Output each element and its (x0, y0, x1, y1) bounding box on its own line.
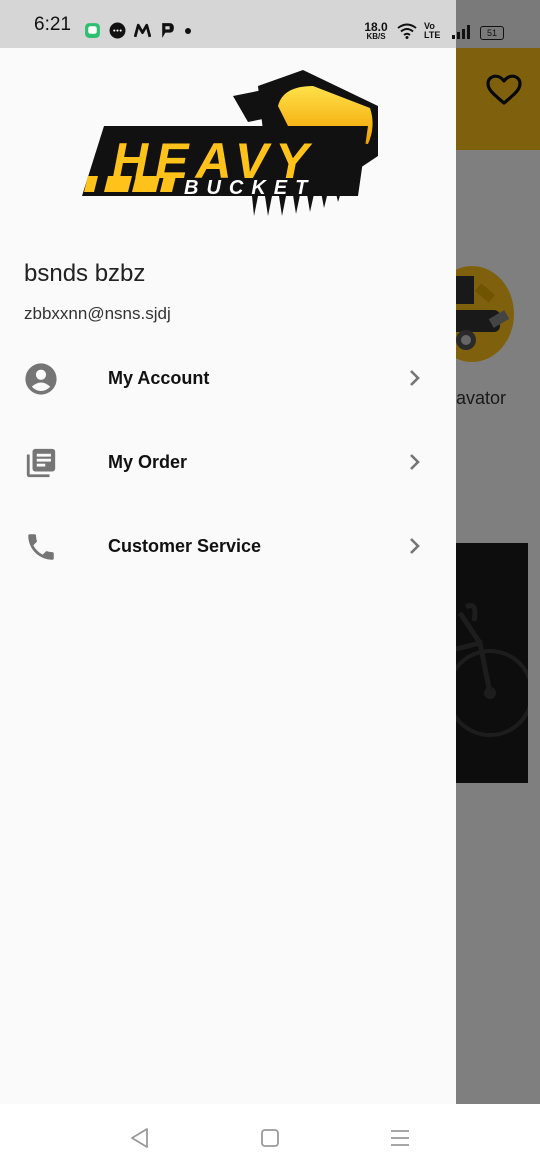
status-time: 6:21 (34, 14, 71, 35)
menu-item-customer-service[interactable]: Customer Service (0, 516, 456, 576)
menu-item-label: Customer Service (108, 536, 262, 556)
status-bar: 6:21 18.0 KB/S Vo LTE 51 (0, 0, 540, 48)
screen: avator 6:21 18.0 KB/S (0, 0, 540, 1170)
orders-list-icon (26, 448, 56, 478)
account-circle-icon (25, 363, 57, 395)
heavy-bucket-logo: HEAVY BUCKET (82, 70, 378, 216)
user-email: zbbxxnn@nsns.sjdj (24, 304, 171, 323)
home-square-icon[interactable] (258, 1126, 282, 1150)
chevron-right-icon (410, 370, 420, 386)
notification-icons (84, 22, 192, 39)
menu-item-label: My Account (108, 368, 210, 388)
menu-item-my-order[interactable]: My Order (0, 432, 456, 492)
wifi-icon (397, 23, 417, 39)
menu-item-label: My Order (108, 452, 188, 472)
system-navigation-bar (0, 1104, 540, 1170)
status-bar-dimmed-area (456, 0, 540, 48)
p-app-icon (162, 23, 174, 38)
menu-lines-icon[interactable] (388, 1126, 412, 1150)
m-app-icon (134, 23, 151, 38)
signal-strength-icon (452, 25, 470, 39)
chevron-right-icon (410, 538, 420, 554)
network-speed: 18.0 KB/S (364, 20, 388, 41)
messages-icon (109, 22, 126, 39)
chat-app-icon (85, 23, 100, 38)
dot-indicator (185, 27, 191, 34)
battery-indicator: 51 (480, 26, 504, 40)
volte-indicator: Vo LTE (424, 21, 441, 40)
logo-text-bucket: BUCKET (184, 177, 315, 199)
user-name: bsnds bzbz (24, 260, 146, 287)
menu-item-my-account[interactable]: My Account (0, 348, 456, 408)
chevron-right-icon (410, 454, 420, 470)
back-triangle-icon[interactable] (128, 1126, 152, 1150)
phone-icon (28, 534, 54, 560)
navigation-drawer: HEAVY BUCKET bsnds bzbz zbbxxnn@nsns.sjd… (0, 48, 456, 1104)
